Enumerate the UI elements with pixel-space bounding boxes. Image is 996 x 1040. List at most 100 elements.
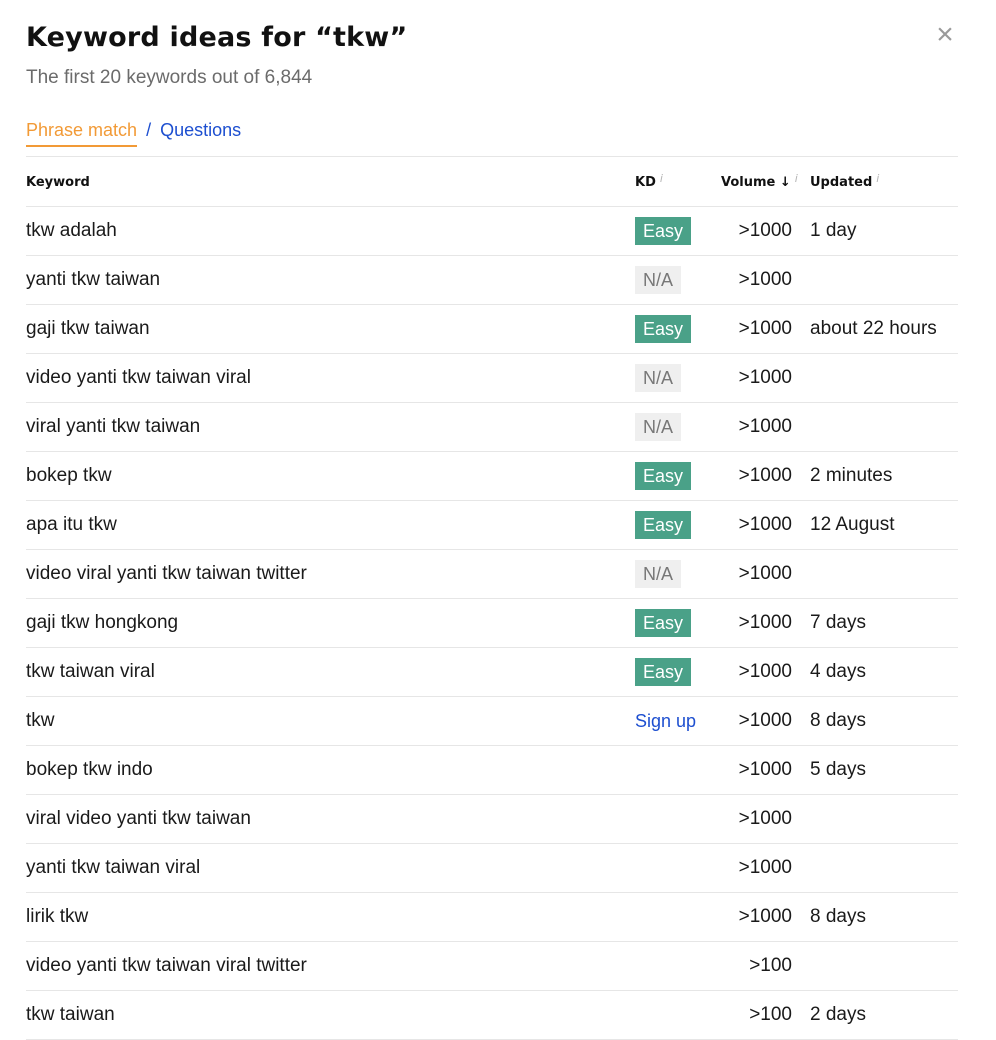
updated-cell: 2 minutes (810, 465, 893, 486)
keyword-cell[interactable]: viral yanti tkw taiwan (26, 416, 200, 438)
volume-cell: >1000 (738, 612, 792, 633)
keyword-cell[interactable]: tkw taiwan (26, 1004, 115, 1026)
keyword-table: Keyword KD i Volume ↓ i Updated i tkw adala… (26, 156, 958, 1040)
volume-cell: >1000 (738, 759, 792, 780)
table-row: yanti tkw taiwan N/A >1000 (26, 256, 958, 305)
updated-cell: 8 days (810, 710, 866, 731)
keyword-cell[interactable]: apa itu tkw (26, 514, 117, 536)
updated-cell: 1 day (810, 220, 857, 241)
keyword-cell[interactable]: lirik tkw (26, 906, 88, 928)
volume-cell: >1000 (738, 318, 792, 339)
volume-info-icon[interactable]: i (795, 172, 798, 185)
table-body: tkw adalah Easy >1000 1 day yanti tkw taiwan… (26, 207, 958, 1040)
table-row: video yanti tkw taiwan viral N/A >1000 (26, 354, 958, 403)
keyword-cell[interactable]: tkw taiwan viral (26, 661, 155, 683)
table-row: yanti tkw taiwan viral >1000 (26, 844, 958, 893)
updated-cell: 4 days (810, 661, 866, 682)
kd-cell: Easy (635, 315, 692, 343)
keyword-cell[interactable]: video viral yanti tkw taiwan twitter (26, 563, 307, 585)
volume-cell: >1000 (738, 563, 792, 584)
table-row: bokep tkw indo >1000 5 days (26, 746, 958, 795)
kd-cell: N/A (635, 560, 682, 588)
tab-phrase-match[interactable]: Phrase match (26, 120, 138, 147)
keyword-cell[interactable]: gaji tkw taiwan (26, 318, 150, 340)
updated-cell: 7 days (810, 612, 866, 633)
kd-na-badge: N/A (635, 413, 682, 441)
table-row: tkw Sign up >1000 8 days (26, 697, 958, 746)
header-updated: Updated i (810, 172, 879, 190)
kd-cell: N/A (635, 364, 682, 392)
tab-separator: / (146, 120, 152, 140)
table-row: bokep tkw Easy >1000 2 minutes (26, 452, 958, 501)
updated-cell: 12 August (810, 514, 895, 535)
keyword-cell[interactable]: bokep tkw indo (26, 759, 153, 781)
keyword-cell[interactable]: yanti tkw taiwan (26, 269, 160, 291)
keyword-cell[interactable]: yanti tkw taiwan viral (26, 857, 200, 879)
keyword-cell[interactable]: tkw (26, 710, 55, 732)
keyword-cell[interactable]: bokep tkw (26, 465, 112, 487)
updated-cell: about 22 hours (810, 318, 937, 339)
volume-cell: >1000 (738, 220, 792, 241)
header-volume[interactable]: Volume ↓ i (721, 172, 798, 190)
header-updated-label: Updated (810, 175, 873, 190)
kd-cell: Easy (635, 511, 692, 539)
keyword-cell[interactable]: video yanti tkw taiwan viral twitter (26, 955, 307, 977)
dialog-title: Keyword ideas for “tkw” (26, 22, 408, 53)
table-row: tkw taiwan viral Easy >1000 4 days (26, 648, 958, 697)
table-row: video yanti tkw taiwan viral twitter >100 (26, 942, 958, 991)
keyword-cell[interactable]: gaji tkw hongkong (26, 612, 178, 634)
kd-na-badge: N/A (635, 266, 682, 294)
volume-cell: >1000 (738, 857, 792, 878)
kd-na-badge: N/A (635, 364, 682, 392)
kd-cell: Easy (635, 217, 692, 245)
sign-up-link[interactable]: Sign up (635, 711, 696, 731)
kd-easy-badge: Easy (635, 511, 692, 539)
volume-cell: >1000 (738, 906, 792, 927)
table-row: viral yanti tkw taiwan N/A >1000 (26, 403, 958, 452)
kd-easy-badge: Easy (635, 609, 692, 637)
kd-easy-badge: Easy (635, 658, 692, 686)
kd-cell: Easy (635, 658, 692, 686)
keyword-cell[interactable]: viral video yanti tkw taiwan (26, 808, 251, 830)
kd-info-icon[interactable]: i (660, 172, 663, 185)
table-header-row: Keyword KD i Volume ↓ i Updated i (26, 157, 958, 207)
table-row: video viral yanti tkw taiwan twitter N/A >… (26, 550, 958, 599)
volume-cell: >100 (749, 1004, 792, 1025)
kd-easy-badge: Easy (635, 217, 692, 245)
table-row: lirik tkw >1000 8 days (26, 893, 958, 942)
header-keyword: Keyword (26, 175, 90, 190)
table-row: apa itu tkw Easy >1000 12 August (26, 501, 958, 550)
table-row: viral video yanti tkw taiwan >1000 (26, 795, 958, 844)
volume-cell: >1000 (738, 808, 792, 829)
volume-cell: >1000 (738, 416, 792, 437)
kd-cell: Sign up (635, 707, 696, 735)
keyword-cell[interactable]: video yanti tkw taiwan viral (26, 367, 251, 389)
updated-cell: 5 days (810, 759, 866, 780)
header-volume-label: Volume ↓ (721, 175, 791, 190)
volume-cell: >1000 (738, 367, 792, 388)
close-icon[interactable]: × (930, 20, 960, 50)
kd-easy-badge: Easy (635, 462, 692, 490)
volume-cell: >1000 (738, 514, 792, 535)
header-kd-label: KD (635, 175, 656, 190)
kd-cell: N/A (635, 413, 682, 441)
kd-na-badge: N/A (635, 560, 682, 588)
table-row: gaji tkw hongkong Easy >1000 7 days (26, 599, 958, 648)
match-tabs: Phrase match / Questions (26, 120, 241, 147)
tab-questions[interactable]: Questions (160, 120, 241, 141)
kd-cell: Easy (635, 462, 692, 490)
table-row: tkw taiwan >100 2 days (26, 991, 958, 1040)
kd-cell: N/A (635, 266, 682, 294)
updated-cell: 8 days (810, 906, 866, 927)
volume-cell: >1000 (738, 269, 792, 290)
table-row: tkw adalah Easy >1000 1 day (26, 207, 958, 256)
volume-cell: >1000 (738, 465, 792, 486)
keyword-ideas-dialog: Keyword ideas for “tkw” The first 20 key… (0, 0, 996, 1040)
volume-cell: >1000 (738, 710, 792, 731)
header-kd: KD i (635, 172, 663, 190)
kd-easy-badge: Easy (635, 315, 692, 343)
table-row: gaji tkw taiwan Easy >1000 about 22 hours (26, 305, 958, 354)
kd-cell: Easy (635, 609, 692, 637)
keyword-cell[interactable]: tkw adalah (26, 220, 117, 242)
updated-info-icon[interactable]: i (876, 172, 879, 185)
